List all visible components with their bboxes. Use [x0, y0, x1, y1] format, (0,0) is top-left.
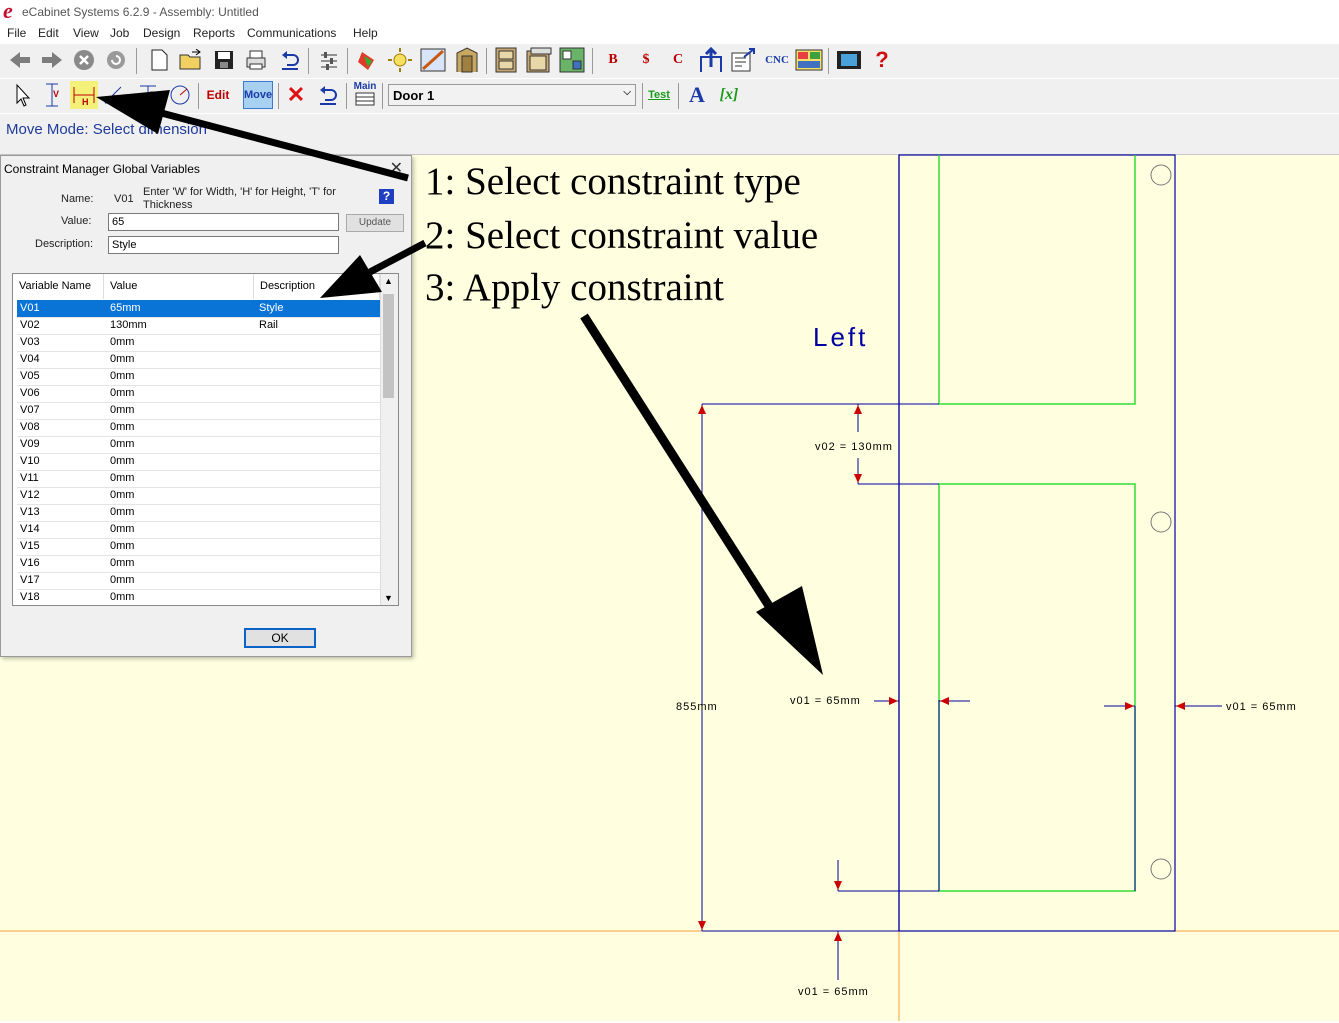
arrowhead-step2: [320, 255, 382, 298]
arrow-step1: [149, 106, 409, 182]
annotation-arrows: [96, 90, 823, 675]
arrow-step2: [368, 239, 427, 276]
annotation-step1: 1: Select constraint type: [425, 160, 801, 203]
arrow-step3: [580, 313, 782, 623]
annotation-step3: 3: Apply constraint: [425, 266, 724, 309]
annotation-step2: 2: Select constraint value: [425, 214, 819, 257]
arrowhead-step1: [96, 90, 170, 134]
